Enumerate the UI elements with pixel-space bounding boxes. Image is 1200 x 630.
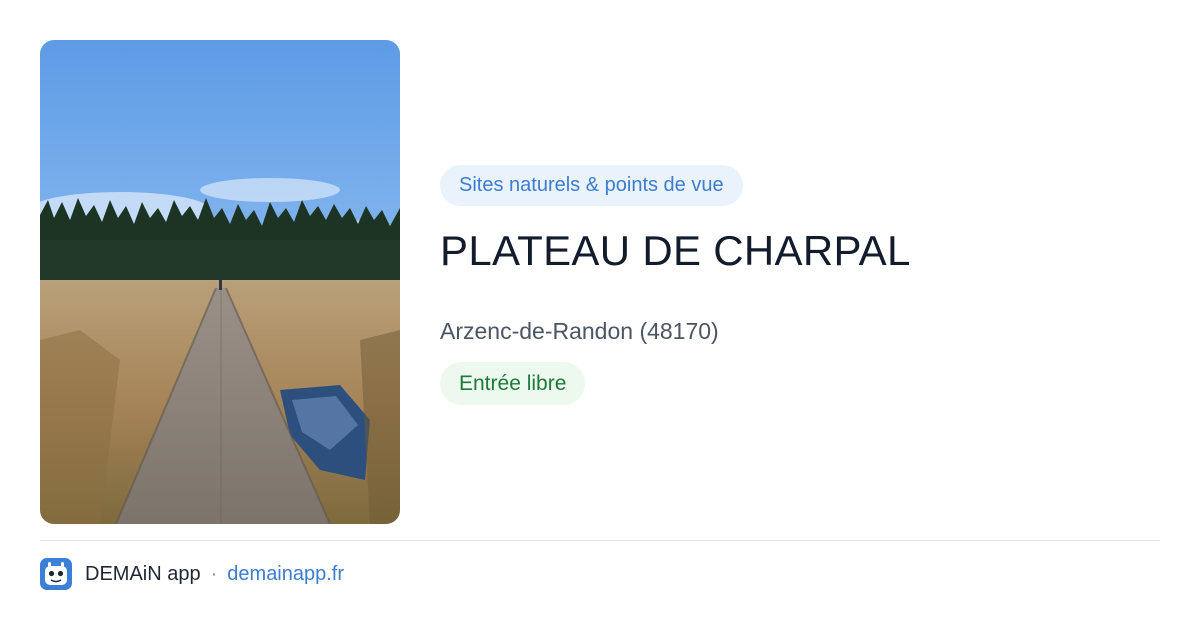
place-title: PLATEAU DE CHARPAL — [440, 227, 911, 274]
demain-app-icon — [40, 558, 72, 590]
plateau-photo-illustration — [40, 40, 400, 524]
footer-divider — [40, 540, 1160, 541]
category-badge[interactable]: Sites naturels & points de vue — [440, 165, 743, 206]
app-name: DEMAiN app — [85, 562, 201, 585]
place-info: Sites naturels & points de vue PLATEAU D… — [440, 165, 1160, 405]
access-badge: Entrée libre — [440, 362, 586, 405]
place-location: Arzenc-de-Randon (48170) — [440, 318, 719, 344]
footer-separator: · — [210, 562, 218, 585]
app-website-link[interactable]: demainapp.fr — [227, 563, 344, 586]
place-photo — [40, 40, 400, 524]
footer: DEMAiN app · demainapp.fr — [40, 557, 344, 591]
